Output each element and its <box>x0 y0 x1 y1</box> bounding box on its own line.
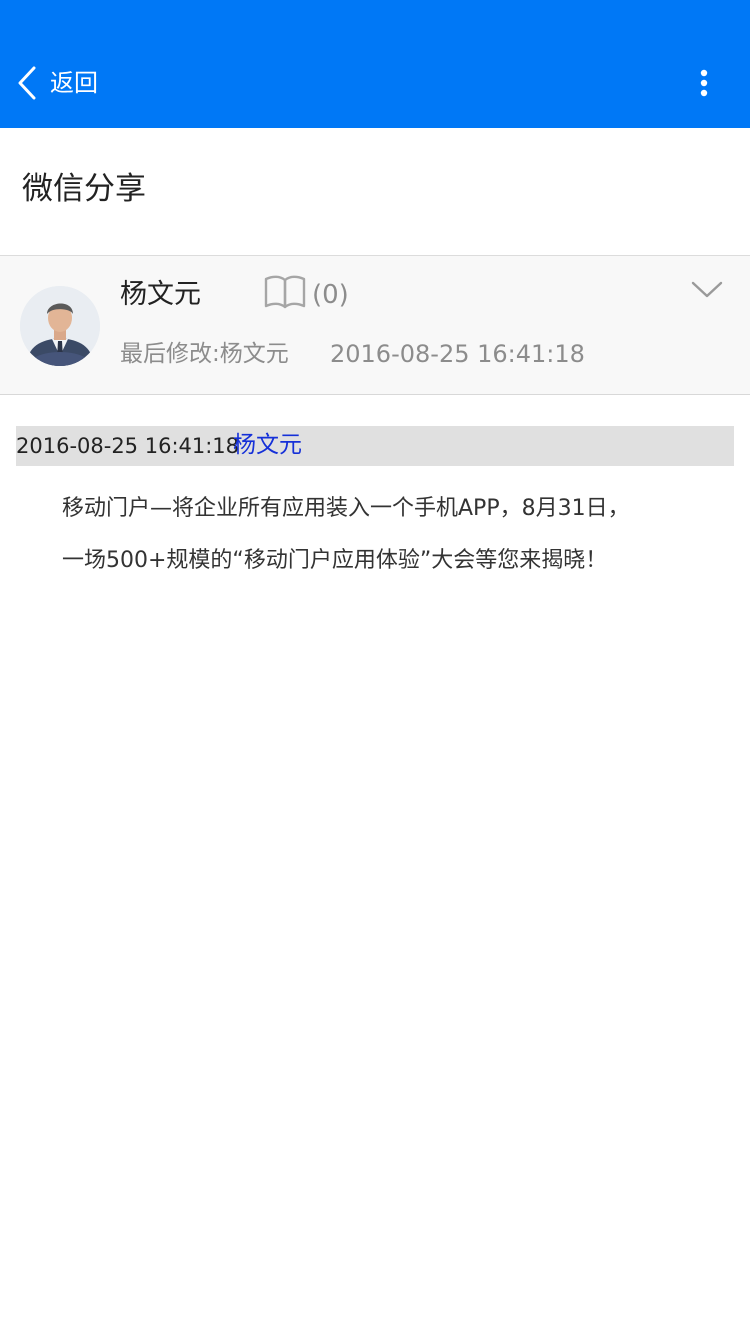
entry-author-link[interactable]: 杨文元 <box>233 429 302 461</box>
author-info-card: 杨文元 (0) 最后修改:杨文元 2016-08-25 16:41:18 <box>0 256 750 395</box>
read-count: (0) <box>312 280 349 310</box>
book-icon <box>263 274 307 310</box>
modified-by-label: 最后修改:杨文元 <box>120 341 289 367</box>
content-text-line: 一场500+规模的“移动门户应用体验”大会等您来揭晓！ <box>62 548 608 573</box>
app-root: 返回 微信分享 杨文元 (0) 最后修改:杨文元 2016-08-25 16:4… <box>0 0 750 1334</box>
title-section: 微信分享 <box>0 128 750 256</box>
page-title: 微信分享 <box>22 171 146 207</box>
author-name: 杨文元 <box>120 279 201 310</box>
content-text-line: 移动门户—将企业所有应用装入一个手机APP，8月31日， <box>62 496 630 521</box>
expand-button[interactable] <box>690 278 724 302</box>
back-button[interactable]: 返回 <box>14 62 98 104</box>
entry-header: 2016-08-25 16:41:18 杨文元 <box>16 426 734 466</box>
avatar <box>20 286 100 366</box>
more-options-button[interactable] <box>688 64 720 104</box>
top-nav-bar: 返回 <box>0 0 750 128</box>
chevron-down-icon <box>690 281 724 306</box>
back-label: 返回 <box>50 69 98 97</box>
modified-date: 2016-08-25 16:41:18 <box>330 340 585 368</box>
more-vertical-icon <box>688 69 720 108</box>
chevron-left-icon <box>14 66 38 100</box>
entry-date: 2016-08-25 16:41:18 <box>16 434 240 458</box>
